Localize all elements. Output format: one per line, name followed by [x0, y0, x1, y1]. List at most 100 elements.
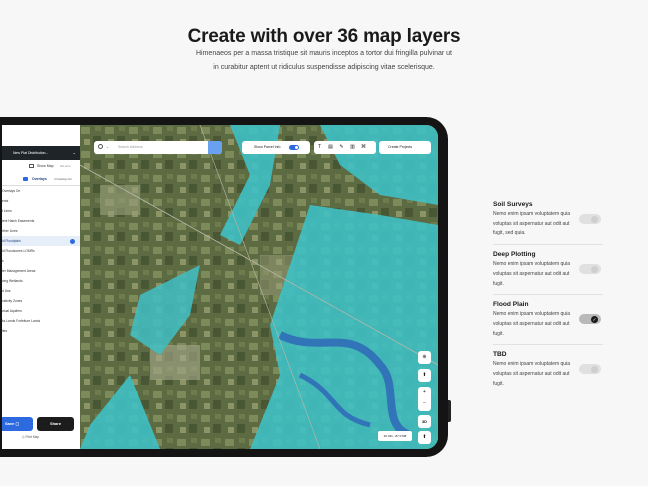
hero-subtitle: Himenaeos per a massa tristique sit maur… — [164, 47, 484, 75]
sidebar-item-label: ving Wetlands — [2, 279, 23, 283]
sidebar-item[interactable]: Overlays On — [2, 186, 80, 196]
layer-item: Deep Plotting Nemo enim ipsam voluptatem … — [493, 250, 603, 296]
zoom-out-button[interactable]: − — [418, 398, 431, 409]
text-tool-icon[interactable]: T — [314, 141, 325, 154]
layer-description: Nemo enim ipsam voluptatem quia voluptas… — [493, 361, 570, 387]
layer-description: Nemo enim ipsam voluptatem quia voluptas… — [493, 311, 570, 337]
sidebar-top-mark: · — [4, 128, 5, 132]
search-input[interactable]: Search Address — [118, 145, 143, 149]
toggle-knob — [591, 265, 598, 273]
sidebar: · New Plat Distribution... ⌄ Show Map th… — [2, 125, 80, 449]
layer-item: TBD Nemo enim ipsam voluptatem quia volup… — [493, 350, 603, 394]
sidebar-item[interactable]: ter Management Areas — [2, 266, 80, 276]
zoom-in-button[interactable]: + — [418, 387, 431, 398]
sidebar-item[interactable]: d Use — [2, 286, 80, 296]
delete-tool-icon[interactable]: ▥ — [347, 141, 358, 154]
layers-icon — [23, 177, 28, 181]
hero-title: Create with over 36 map layers — [187, 26, 461, 47]
toggle-knob — [591, 365, 598, 373]
sidebar-item-label: s — [2, 259, 4, 263]
sidebar-item-label: ctual Aquifers — [2, 309, 22, 313]
layer-toggle[interactable] — [579, 214, 601, 224]
search-scope-chevron-icon[interactable]: ⌄ — [106, 141, 109, 154]
chevron-down-icon: ⌄ — [72, 150, 76, 155]
sidebar-item[interactable]: ld Floodzones LOMRs — [2, 246, 80, 256]
sidebar-item[interactable]: s — [2, 256, 80, 266]
sidebar-item-label: rther Lines — [2, 229, 18, 233]
layer-description: Nemo enim ipsam voluptatem quia voluptas… — [493, 261, 570, 287]
layer-title: TBD — [493, 351, 507, 359]
sidebar-item[interactable]: ltes — [2, 326, 80, 336]
create-projects-label: Create Projects — [388, 145, 413, 149]
sidebar-item[interactable]: ving Wetlands — [2, 276, 80, 286]
project-selector[interactable]: New Plat Distribution... ⌄ — [2, 146, 80, 160]
sidebar-item[interactable]: ents — [2, 196, 80, 206]
map-imagery — [80, 125, 438, 449]
save-icon: ▢ — [15, 421, 20, 426]
sidebar-item[interactable]: ient Hatch Easements — [2, 216, 80, 226]
coordinates-readout: 30.331, -87.0798 — [378, 431, 412, 441]
sidebar-item-label: t Lines — [2, 209, 12, 213]
overlays-tab-label: Overlays — [32, 177, 47, 181]
overlay-list: Overlays On ents t Lines ient Hatch Easemen… — [2, 186, 80, 336]
hero-subtitle-line-1: Himenaeos per a massa tristique sit maur… — [195, 50, 452, 57]
sidebar-top: · — [2, 125, 80, 146]
share-button[interactable]: Share — [37, 417, 74, 431]
zoom-control: + − — [418, 387, 431, 411]
sidebar-item[interactable]: t Lines — [2, 206, 80, 216]
project-title: New Plat Distribution... — [13, 151, 49, 155]
print-label: Print Map — [25, 435, 40, 439]
3d-button[interactable]: 3D — [418, 415, 431, 428]
locate-icon[interactable]: ⊕ — [418, 351, 431, 364]
tablet-side-button — [448, 400, 451, 422]
pen-tool-icon[interactable]: ✎ — [336, 141, 347, 154]
check-icon: ✓ — [591, 315, 598, 323]
save-label: Save — [5, 421, 15, 426]
layer-item: Flood Plain Nemo enim ipsam voluptatem qu… — [493, 300, 603, 346]
search-go-button[interactable] — [208, 141, 222, 154]
layer-toggle[interactable] — [579, 264, 601, 275]
search-bar[interactable]: ⌄ Search Address — [94, 141, 222, 154]
sidebar-item-label: ks Lands Forfeiture Lands — [2, 319, 41, 323]
parcel-info-control[interactable]: Show Parcel Info — [242, 141, 310, 154]
sidebar-item-label: ltes — [2, 329, 8, 333]
layer-toggle[interactable]: ✓ — [579, 314, 601, 325]
map-icon — [29, 164, 34, 168]
sidebar-item-label: ustivity Zones — [2, 299, 23, 303]
sidebar-item[interactable]: ld Floodplain — [2, 236, 80, 246]
layer-title: Soil Surveys — [493, 201, 533, 208]
overlays-count: 4 Overlays On — [54, 177, 72, 181]
check-icon — [70, 238, 75, 244]
sidebar-item[interactable]: ustivity Zones — [2, 296, 80, 306]
compass-icon[interactable]: ⬆ — [418, 369, 431, 382]
create-projects-button[interactable]: Create Projects — [379, 141, 431, 154]
note-tool-icon[interactable]: ▤ — [325, 141, 336, 154]
layer-title: Deep Plotting — [493, 251, 536, 259]
hero-subtitle-line-2: in curabitur aptent ut ridiculus suspend… — [213, 64, 435, 71]
sidebar-item[interactable]: ctual Aquifers — [2, 306, 80, 316]
north-arrow-icon[interactable]: ⬆ — [418, 431, 431, 444]
parcel-info-toggle[interactable] — [289, 145, 299, 150]
sidebar-item[interactable]: ks Lands Forfeiture Lands — [2, 316, 80, 326]
tablet-device: · New Plat Distribution... ⌄ Show Map th… — [0, 117, 451, 457]
show-map-row[interactable]: Show Map this acre — [2, 160, 80, 173]
drawing-toolbar: T ▤ ✎ ▥ ⌘ — [314, 141, 376, 154]
share-tool-icon[interactable]: ⌘ — [358, 141, 369, 154]
map-view[interactable]: ⌄ Search Address Show Parcel Info T ▤ ✎ ▥ ⌘ … — [80, 125, 438, 449]
sidebar-item-label: ld Floodplain — [2, 239, 21, 243]
layer-title: Flood Plain — [493, 301, 529, 309]
layer-toggle[interactable] — [579, 364, 601, 375]
layer-list: Soil Surveys Nemo enim ipsam voluptatem q… — [493, 200, 603, 399]
sidebar-item-label: Overlays On — [2, 189, 21, 193]
sidebar-item[interactable]: rther Lines — [2, 226, 80, 236]
search-icon — [98, 144, 103, 149]
layer-description: Nemo enim ipsam voluptatem quia voluptas… — [493, 211, 570, 237]
sidebar-item-label: ld Floodzones LOMRs — [2, 249, 35, 253]
sidebar-item-label: ient Hatch Easements — [2, 219, 35, 223]
save-button[interactable]: Save ▢ — [2, 417, 33, 431]
sidebar-item-label: ter Management Areas — [2, 269, 36, 273]
app-screen: · New Plat Distribution... ⌄ Show Map th… — [2, 125, 438, 449]
tab-overlays[interactable]: Overlays 4 Overlays On — [2, 173, 80, 186]
layer-item: Soil Surveys Nemo enim ipsam voluptatem q… — [493, 200, 603, 246]
print-map-link[interactable]: ⎙ Print Map — [22, 435, 39, 439]
